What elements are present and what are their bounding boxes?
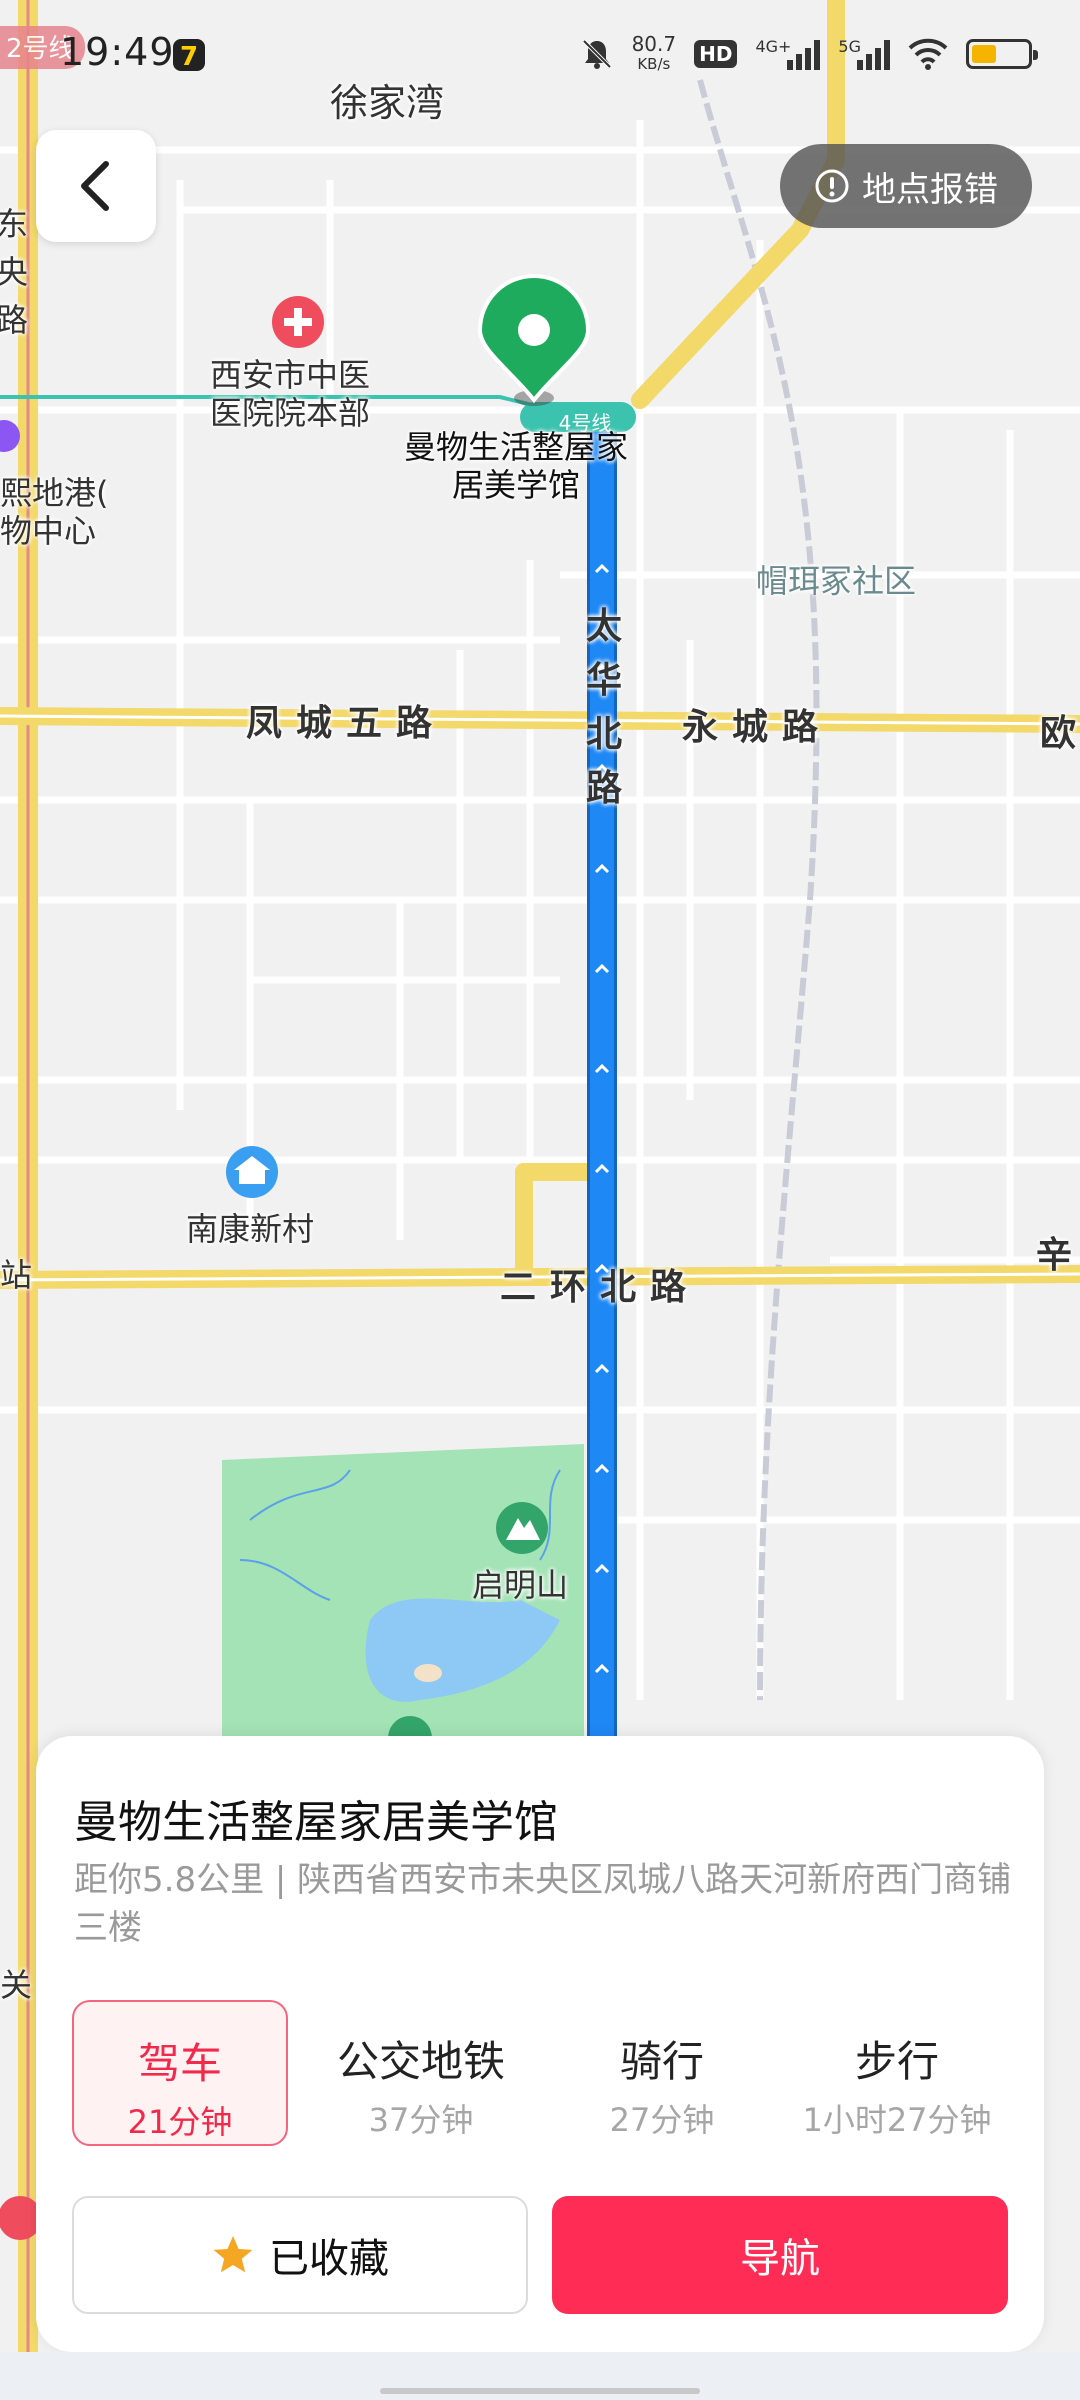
road-label-taihua: 太华北路	[585, 606, 622, 809]
road-label-ou: 欧	[1040, 713, 1080, 754]
road-label-fengcheng5: 凤城五路	[246, 703, 447, 744]
status-bar: 2号线 19:49 7 80.7 KB/s HD 4G+ 5G	[0, 0, 1080, 112]
net-speed: 80.7 KB/s	[632, 34, 677, 74]
back-button[interactable]	[36, 130, 156, 242]
map-label-guan: 关	[0, 1966, 33, 2004]
mode-bike-time: 27分钟	[609, 2101, 715, 2139]
map-label-hospital[interactable]: 西安市中医 医院院本部	[210, 356, 370, 432]
signal2-icon: 5G	[838, 37, 890, 70]
map-label-nankang[interactable]: 南康新村	[186, 1210, 314, 1248]
report-label: 地点报错	[862, 169, 998, 210]
chevron-left-icon	[81, 161, 109, 211]
mode-drive-time: 21分钟	[127, 2103, 233, 2141]
mode-bike-label: 骑行	[619, 2037, 704, 2086]
map-label-qiming[interactable]: 启明山	[472, 1566, 568, 1604]
signal-icon: 4G+	[755, 37, 821, 70]
net-speed-unit: KB/s	[637, 55, 671, 73]
map-label-maoer[interactable]: 帽珥冢社区	[756, 562, 916, 600]
mode-walk[interactable]: 步行 1小时27分钟	[782, 2000, 1012, 2146]
hd-icon: HD	[694, 40, 738, 68]
favorite-button[interactable]: 已收藏	[72, 2196, 528, 2314]
signal1-label: 4G+	[755, 37, 792, 56]
mode-transit-label: 公交地铁	[336, 2037, 505, 2086]
map-label-left-mall[interactable]: 熙地港( 物中心	[0, 474, 109, 550]
net-speed-value: 80.7	[631, 32, 677, 56]
mode-walk-label: 步行	[854, 2037, 939, 2086]
road-label-left-vertical: 东央路	[0, 205, 28, 339]
star-icon	[213, 2236, 253, 2273]
place-card: 曼物生活整屋家居美学馆 距你5.8公里 | 陕西省西安市未央区凤城八路天河新府西…	[36, 1736, 1044, 2352]
exclamation-circle-icon	[815, 169, 849, 203]
report-location-button[interactable]: 地点报错	[780, 144, 1032, 228]
travel-mode-tabs: 驾车 21分钟 公交地铁 37分钟 骑行 27分钟 步行 1小时27分钟	[72, 2000, 1012, 2150]
favorite-label: 已收藏	[269, 2236, 389, 2282]
map-bottom-strip	[0, 2352, 1080, 2400]
mode-walk-time: 1小时27分钟	[802, 2101, 992, 2139]
mode-transit-time: 37分钟	[368, 2101, 474, 2139]
map-route-page: 徐家湾 西安市中医 医院院本部 曼物生活整屋家 居美学馆 4号线 帽珥冢社区 凤…	[0, 0, 1080, 2400]
svg-text:7: 7	[180, 42, 198, 72]
place-address: 距你5.8公里 | 陕西省西安市未央区凤城八路天河新府西门商铺三楼	[74, 1860, 1012, 1948]
road-label-erhuan: 二环北路	[500, 1267, 701, 1308]
signal2-label: 5G	[838, 37, 861, 56]
road-label-xin: 辛	[1036, 1235, 1073, 1276]
battery-icon	[966, 39, 1038, 69]
mute-bell-icon	[582, 39, 611, 69]
app-notification-icon: 7	[173, 39, 205, 72]
status-icons: 80.7 KB/s HD 4G+ 5G	[580, 34, 1038, 74]
mode-drive[interactable]: 驾车 21分钟	[72, 2000, 288, 2146]
wifi-icon	[908, 38, 948, 70]
battery-fill	[972, 45, 996, 63]
status-time: 19:49	[60, 30, 175, 74]
mode-transit[interactable]: 公交地铁 37分钟	[308, 2000, 534, 2146]
navigate-label: 导航	[740, 2236, 820, 2282]
mode-bike[interactable]: 骑行 27分钟	[552, 2000, 772, 2146]
navigate-button[interactable]: 导航	[552, 2196, 1008, 2314]
place-name: 曼物生活整屋家居美学馆	[74, 1797, 558, 1848]
map-label-metro4: 4号线	[558, 411, 612, 435]
mode-drive-label: 驾车	[137, 2039, 222, 2088]
road-label-yongcheng: 永城路	[682, 707, 833, 748]
map-label-zhan: 站	[0, 1256, 33, 1294]
